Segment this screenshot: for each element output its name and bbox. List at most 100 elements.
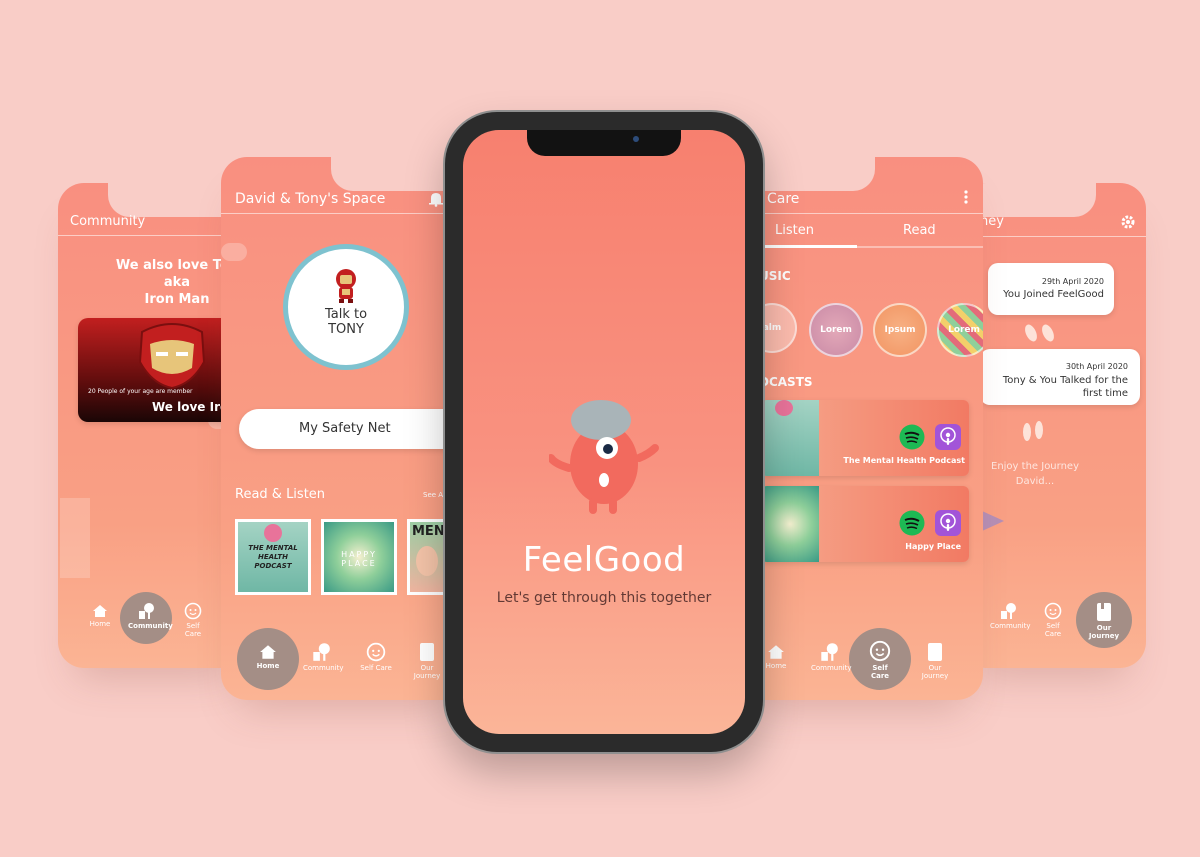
tab-indicator	[765, 245, 857, 248]
book-icon	[928, 643, 942, 661]
flag-icon	[980, 511, 1004, 541]
podcast-cover	[761, 486, 819, 562]
home-icon	[768, 645, 784, 659]
journey-event-card[interactable]: 29th April 2020 You Joined FeelGood	[988, 263, 1114, 315]
cover-text: HAPPY PLACE	[341, 550, 377, 568]
space-header: David & Tony's Space	[221, 191, 471, 214]
more-icon[interactable]	[963, 189, 969, 205]
podcast-title: The Mental Health Podcast	[843, 456, 965, 465]
nav-community[interactable]: Community	[990, 602, 1031, 630]
podcast-title: Happy Place	[905, 542, 961, 551]
nav-community-label: Community	[303, 664, 344, 672]
face-icon	[869, 640, 891, 662]
journey-header-title: ney	[980, 214, 1004, 229]
bell-icon[interactable]	[429, 191, 443, 207]
music-item-label: Lorem	[948, 325, 980, 335]
nav-selfcare[interactable]: Self Care	[178, 602, 208, 638]
music-item-label: Lorem	[820, 325, 852, 335]
talk-to-tony-button[interactable]: Talk to TONY	[283, 244, 409, 370]
balloon-icon	[775, 400, 793, 416]
music-item[interactable]: Lorem	[809, 303, 863, 357]
camera-icon	[633, 136, 639, 142]
iron-man-avatar-icon	[336, 269, 356, 303]
selfcare-header: Care	[735, 189, 983, 214]
tab-read[interactable]: Read	[903, 223, 936, 238]
nav-selfcare[interactable]: Self Care	[863, 640, 897, 680]
home-icon	[260, 645, 276, 659]
safety-net-button[interactable]: My Safety Net	[239, 409, 471, 449]
home-icon	[93, 605, 107, 617]
apple-podcasts-icon[interactable]	[935, 510, 961, 536]
nav-selfcare-label: Self Care	[360, 664, 392, 672]
selfcare-header-title: Care	[767, 191, 800, 207]
nav-journey[interactable]: Our Journey	[915, 642, 955, 680]
face-illustration	[416, 546, 438, 576]
app-name: FeelGood	[522, 540, 686, 580]
spotify-icon[interactable]	[899, 424, 925, 450]
nav-home[interactable]: Home	[251, 644, 285, 670]
podcast-cover	[761, 400, 819, 476]
read-listen-title: Read & Listen	[235, 487, 326, 502]
cover-art: THE MENTAL HEALTH PODCAST	[238, 522, 308, 592]
nav-home[interactable]: Home	[86, 604, 114, 628]
podcast-card[interactable]: Happy Place	[761, 486, 969, 562]
face-icon	[1044, 602, 1062, 620]
face-icon	[366, 642, 386, 662]
journey-footer-line1: Enjoy the Journey	[991, 461, 1079, 472]
cover-text: MEN	[412, 524, 444, 539]
spotify-icon[interactable]	[899, 510, 925, 536]
gear-icon[interactable]	[1120, 214, 1136, 230]
safety-net-label: My Safety Net	[299, 421, 391, 436]
nav-home-label: Home	[765, 662, 787, 670]
talk-line1: Talk to	[324, 307, 368, 322]
balloon-icon	[264, 524, 282, 542]
iphone-device: FeelGood Let's get through this together	[445, 112, 763, 752]
nav-journey[interactable]: Our Journey	[407, 642, 447, 680]
device-notch	[527, 130, 681, 156]
cover-text: THE MENTAL HEALTH PODCAST	[248, 544, 298, 570]
nav-home-label: Home	[89, 620, 111, 628]
nav-community-label: Community	[811, 664, 852, 672]
nav-journey-label: Our Journey	[1088, 624, 1120, 640]
community-icon	[139, 603, 154, 619]
nav-community-label: Community	[990, 622, 1031, 630]
see-all-link[interactable]: See All	[423, 491, 447, 499]
cover-mental-health[interactable]: THE MENTAL HEALTH PODCAST	[235, 519, 311, 595]
talk-line2: TONY	[328, 322, 364, 337]
nav-community[interactable]: Community	[303, 642, 344, 672]
book-icon	[1097, 603, 1111, 621]
podcasts-label: DCASTS	[759, 375, 813, 389]
nav-selfcare[interactable]: Self Care	[359, 642, 393, 672]
nav-community[interactable]: Community	[811, 642, 852, 672]
journey-event-date: 30th April 2020	[1065, 362, 1128, 371]
podcast-card[interactable]: The Mental Health Podcast	[761, 400, 969, 476]
cover-men[interactable]: MEN	[407, 519, 447, 595]
nav-home[interactable]: Home	[761, 644, 791, 670]
cover-happy-place[interactable]: HAPPY PLACE	[321, 519, 397, 595]
journey-footer-line2: David...	[1015, 476, 1055, 487]
nav-journey-label: Our Journey	[921, 664, 949, 680]
face-icon	[184, 602, 202, 620]
music-item[interactable]: Ipsum	[873, 303, 927, 357]
community-icon	[1001, 603, 1016, 619]
tab-listen[interactable]: Listen	[775, 223, 814, 238]
community-screen: Community We also love Ton aka Iron Man …	[58, 183, 248, 668]
app-tagline: Let's get through this together	[496, 590, 712, 606]
footprints-icon	[1025, 324, 1054, 342]
building-decor	[60, 498, 90, 578]
music-item[interactable]: Lorem	[937, 303, 983, 357]
iron-man-mask-icon	[138, 323, 206, 390]
selfcare-nav: Home Community Self Care Our Journey	[735, 628, 983, 692]
nav-community[interactable]: Community	[128, 602, 173, 630]
journey-nav: Community Self Care Our Journey	[960, 592, 1146, 654]
nav-selfcare-label: Self Care	[870, 664, 890, 680]
apple-podcasts-icon[interactable]	[935, 424, 961, 450]
journey-footer: Enjoy the Journey David...	[980, 459, 1090, 489]
selfcare-screen: Care Listen Read USIC alm Lorem Ipsum Lo…	[735, 157, 983, 700]
nav-selfcare[interactable]: Self Care	[1038, 602, 1068, 638]
journey-event-card[interactable]: 30th April 2020 Tony & You Talked for th…	[980, 349, 1140, 405]
feelgood-mascot-icon	[549, 400, 659, 514]
splash-screen: FeelGood Let's get through this together	[463, 130, 745, 734]
nav-journey-label: Our Journey	[413, 664, 441, 680]
nav-journey[interactable]: Our Journey	[1084, 602, 1124, 640]
